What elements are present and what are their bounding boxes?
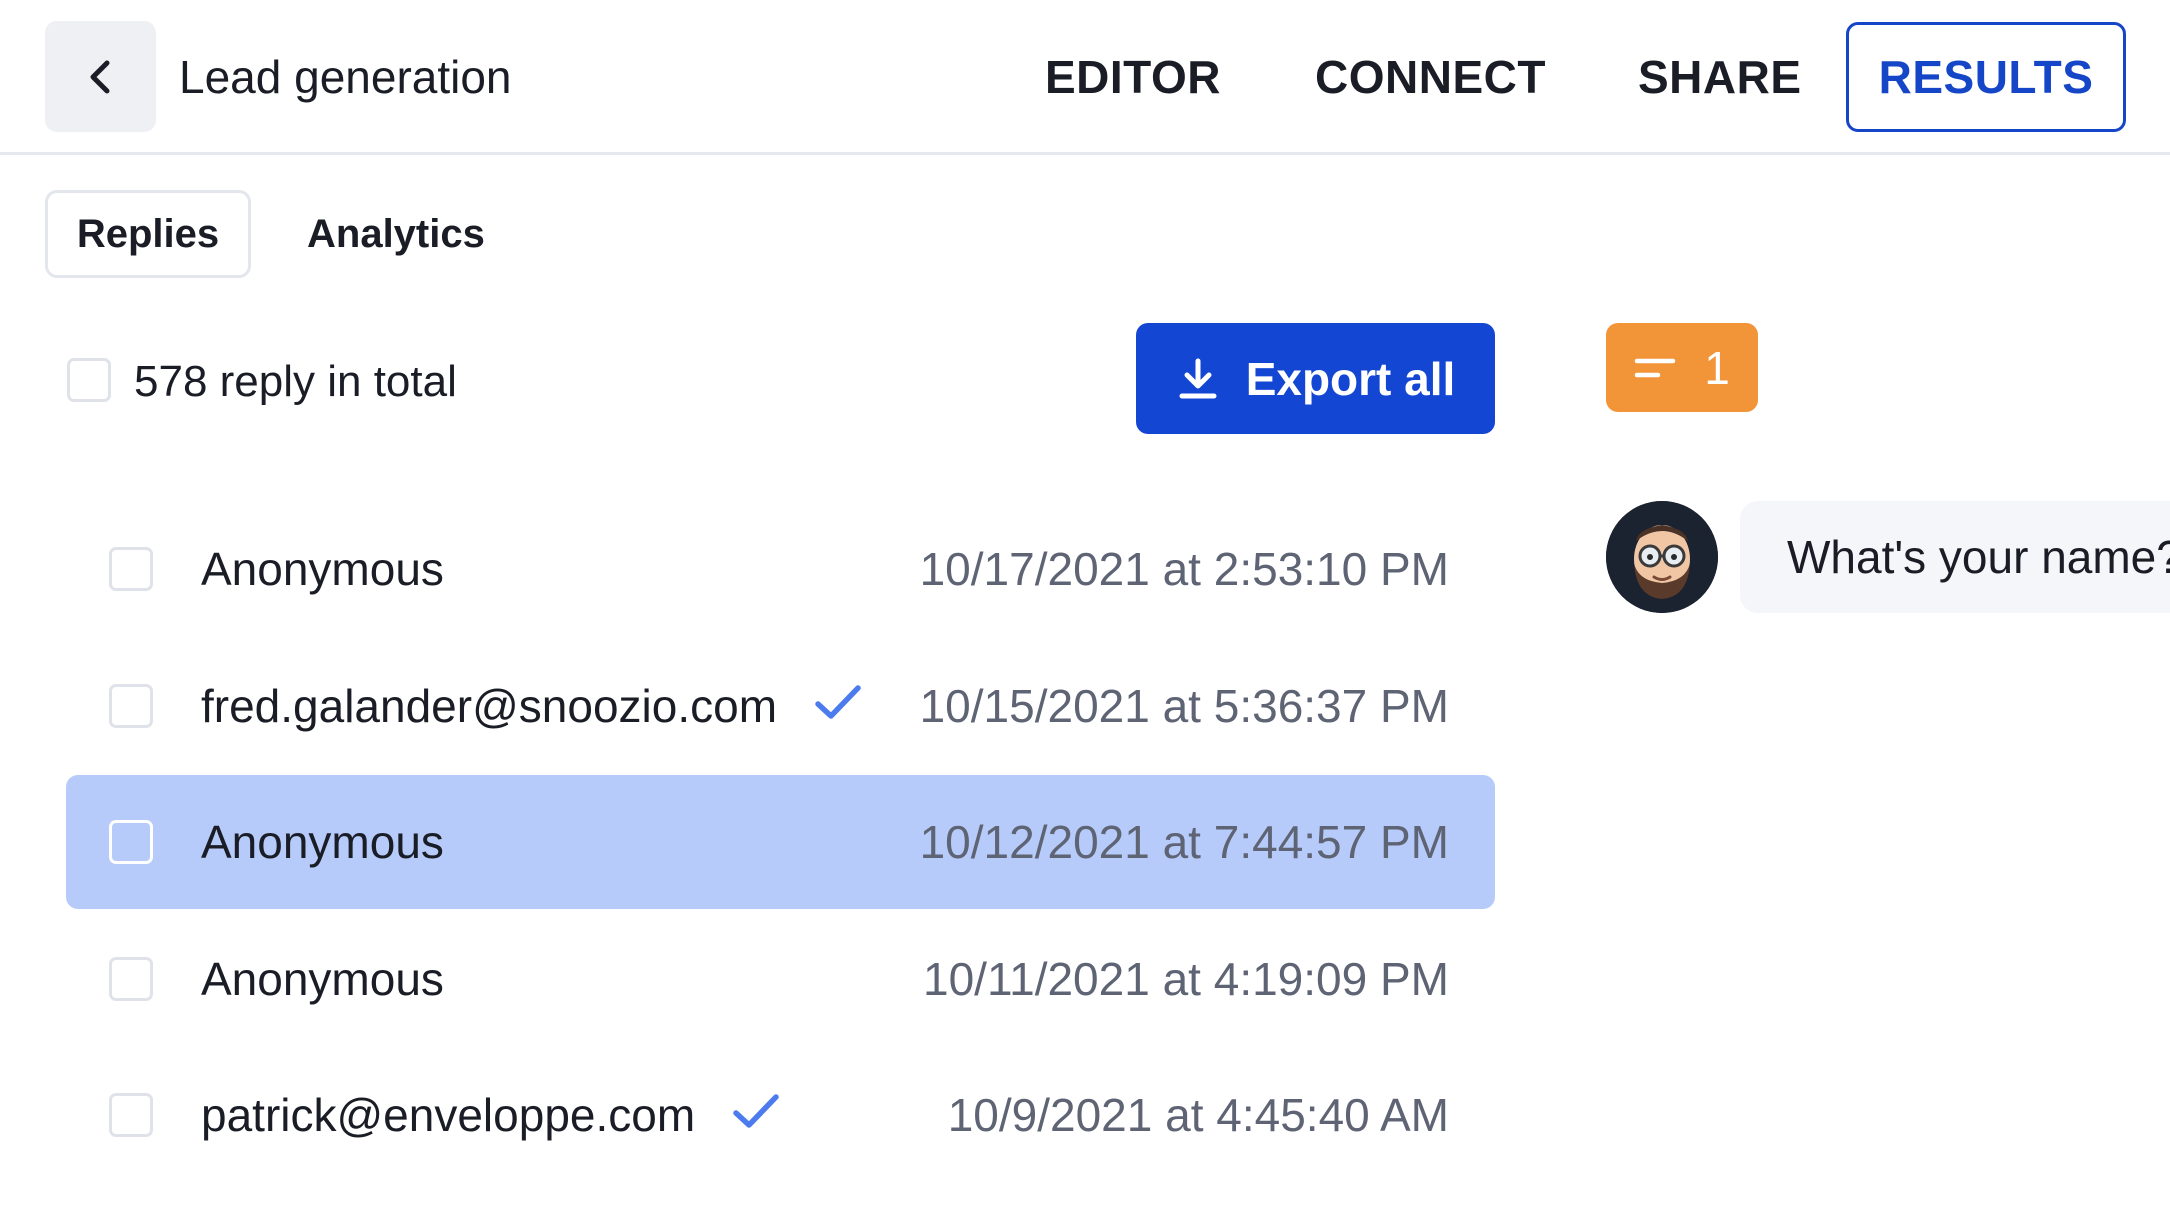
reply-checkbox[interactable]	[109, 684, 153, 728]
filter-lines-icon	[1634, 358, 1676, 377]
download-icon	[1179, 358, 1217, 398]
back-button[interactable]	[45, 21, 156, 132]
reply-checkbox[interactable]	[109, 547, 153, 591]
chevron-left-icon	[90, 60, 109, 93]
verified-check-icon	[815, 685, 861, 719]
reply-checkbox[interactable]	[109, 957, 153, 1001]
nav-tab-results[interactable]: RESULTS	[1846, 22, 2126, 132]
reply-date: 10/9/2021 at 4:45:40 AM	[947, 1089, 1449, 1141]
reply-row[interactable]: Anonymous 10/17/2021 at 2:53:10 PM	[66, 502, 1495, 636]
filter-count-badge[interactable]: 1	[1606, 323, 1758, 412]
reply-row-selected[interactable]: Anonymous 10/12/2021 at 7:44:57 PM	[66, 775, 1495, 909]
page-title: Lead generation	[179, 51, 512, 103]
filter-count: 1	[1704, 341, 1730, 394]
reply-name: Anonymous	[201, 543, 444, 595]
reply-date: 10/15/2021 at 5:36:37 PM	[919, 680, 1449, 732]
reply-checkbox[interactable]	[109, 820, 153, 864]
reply-row[interactable]: fred.galander@snoozio.com 10/15/2021 at …	[66, 639, 1495, 773]
reply-name: fred.galander@snoozio.com	[201, 680, 778, 732]
reply-date: 10/17/2021 at 2:53:10 PM	[919, 543, 1449, 595]
select-all-checkbox[interactable]	[67, 358, 111, 402]
verified-check-icon	[733, 1094, 779, 1128]
reply-total-count: 578 reply in total	[134, 357, 457, 406]
tab-replies[interactable]: Replies	[45, 190, 251, 278]
tab-analytics[interactable]: Analytics	[307, 190, 485, 278]
export-all-button[interactable]: Export all	[1136, 323, 1495, 434]
reply-name: Anonymous	[201, 953, 444, 1005]
top-bar: Lead generation EDITOR CONNECT SHARE RES…	[0, 0, 2170, 155]
reply-name: Anonymous	[201, 816, 444, 868]
results-page: Lead generation EDITOR CONNECT SHARE RES…	[0, 0, 2170, 1220]
export-all-label: Export all	[1245, 352, 1456, 405]
nav-tab-connect[interactable]: CONNECT	[1315, 22, 1546, 132]
reply-name: patrick@enveloppe.com	[201, 1089, 696, 1141]
reply-row[interactable]: Anonymous 10/11/2021 at 4:19:09 PM	[66, 912, 1495, 1046]
nav-tab-share[interactable]: SHARE	[1638, 22, 1802, 132]
reply-date: 10/12/2021 at 7:44:57 PM	[919, 816, 1449, 868]
chat-question-bubble: What's your name?	[1740, 501, 2170, 613]
nav-tab-editor[interactable]: EDITOR	[1045, 22, 1221, 132]
reply-row[interactable]: patrick@enveloppe.com 10/9/2021 at 4:45:…	[66, 1048, 1495, 1182]
chat-question-text: What's your name?	[1787, 531, 2170, 583]
bot-avatar-icon	[1606, 501, 1718, 613]
reply-checkbox[interactable]	[109, 1093, 153, 1137]
reply-date: 10/11/2021 at 4:19:09 PM	[923, 953, 1449, 1005]
